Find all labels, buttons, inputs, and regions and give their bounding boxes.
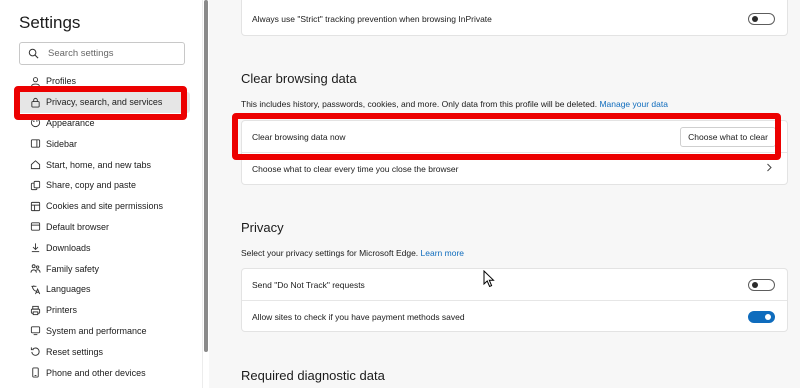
dnt-row: Send "Do Not Track" requests — [242, 269, 787, 301]
sidebar-item-label: Printers — [46, 305, 78, 316]
inprivate-label: Always use "Strict" tracking prevention … — [252, 14, 492, 24]
inprivate-toggle[interactable] — [748, 13, 775, 25]
highlight-box-clear-now — [232, 113, 781, 160]
privacy-title: Privacy — [241, 220, 284, 235]
sidebar-icon — [30, 138, 41, 149]
sidebar-item-reset[interactable]: Reset settings — [14, 341, 190, 362]
dnt-label: Send "Do Not Track" requests — [252, 279, 365, 290]
privacy-card: Send "Do Not Track" requests Allow sites… — [241, 268, 788, 332]
learn-more-link[interactable]: Learn more — [421, 248, 464, 258]
sidebar-item-languages[interactable]: Languages — [14, 279, 190, 300]
sidebar-item-system[interactable]: System and performance — [14, 321, 190, 342]
privacy-description: Select your privacy settings for Microso… — [241, 248, 464, 258]
cookie-icon — [30, 201, 41, 212]
sidebar-item-printers[interactable]: Printers — [14, 300, 190, 321]
inprivate-row: Always use "Strict" tracking prevention … — [242, 1, 787, 37]
manage-your-data-link[interactable]: Manage your data — [599, 99, 668, 109]
payment-label: Allow sites to check if you have payment… — [252, 312, 465, 322]
clear-browsing-description: This includes history, passwords, cookie… — [241, 99, 668, 109]
highlight-box-privacy — [14, 86, 187, 120]
sidebar-item-default-browser[interactable]: Default browser — [14, 217, 190, 238]
sidebar-item-label: Downloads — [46, 242, 91, 253]
toggle-knob — [752, 282, 758, 288]
chevron-right-icon — [767, 163, 772, 172]
sidebar-item-cookies[interactable]: Cookies and site permissions — [14, 196, 190, 217]
browser-icon — [30, 221, 41, 232]
sidebar-item-sidebar[interactable]: Sidebar — [14, 133, 190, 154]
sidebar-item-label: Reset settings — [46, 346, 104, 357]
sidebar-item-label: Default browser — [46, 221, 110, 232]
mouse-cursor-icon — [483, 270, 495, 288]
phone-icon — [30, 367, 41, 378]
share-icon — [30, 180, 41, 191]
sidebar-item-family-safety[interactable]: Family safety — [14, 258, 190, 279]
clear-browsing-description-text: This includes history, passwords, cookie… — [241, 99, 598, 109]
download-icon — [30, 242, 41, 253]
language-icon — [30, 284, 41, 295]
clear-on-close-label: Choose what to clear every time you clos… — [252, 164, 459, 174]
sidebar-item-label: Languages — [46, 284, 91, 295]
system-icon — [30, 325, 41, 336]
sidebar-item-label: Phone and other devices — [46, 367, 146, 378]
payment-toggle[interactable] — [748, 311, 775, 323]
dnt-toggle[interactable] — [748, 279, 775, 291]
sidebar-item-start-home[interactable]: Start, home, and new tabs — [14, 154, 190, 175]
family-icon — [30, 263, 41, 274]
home-icon — [30, 159, 41, 170]
sidebar-item-label: Family safety — [46, 263, 100, 274]
search-settings-input[interactable] — [48, 48, 168, 59]
clear-browsing-title: Clear browsing data — [241, 71, 357, 86]
sidebar-item-phone[interactable]: Phone and other devices — [14, 362, 190, 383]
printer-icon — [30, 305, 41, 316]
sidebar-item-label: Sidebar — [46, 138, 78, 149]
inprivate-card: Always use "Strict" tracking prevention … — [241, 0, 788, 36]
sidebar-item-label: Start, home, and new tabs — [46, 159, 152, 170]
toggle-knob — [752, 16, 758, 22]
sidebar-item-label: Cookies and site permissions — [46, 201, 164, 212]
sidebar-scrollbar-thumb[interactable] — [204, 0, 208, 352]
search-icon — [28, 48, 39, 59]
toggle-knob — [765, 314, 771, 320]
sidebar-title: Settings — [19, 13, 81, 32]
search-settings-box[interactable] — [19, 42, 185, 65]
settings-main: Always use "Strict" tracking prevention … — [210, 0, 800, 388]
payment-row: Allow sites to check if you have payment… — [242, 301, 787, 333]
sidebar-item-label: Profiles — [46, 76, 77, 87]
reset-icon — [30, 346, 41, 357]
sidebar-item-share[interactable]: Share, copy and paste — [14, 175, 190, 196]
sidebar-item-downloads[interactable]: Downloads — [14, 237, 190, 258]
diagnostic-title: Required diagnostic data — [241, 368, 385, 383]
privacy-description-text: Select your privacy settings for Microso… — [241, 248, 419, 258]
sidebar-item-label: Share, copy and paste — [46, 180, 137, 191]
settings-sidebar: Settings Profiles Privacy, search, and s… — [0, 0, 202, 388]
sidebar-item-label: System and performance — [46, 325, 147, 336]
